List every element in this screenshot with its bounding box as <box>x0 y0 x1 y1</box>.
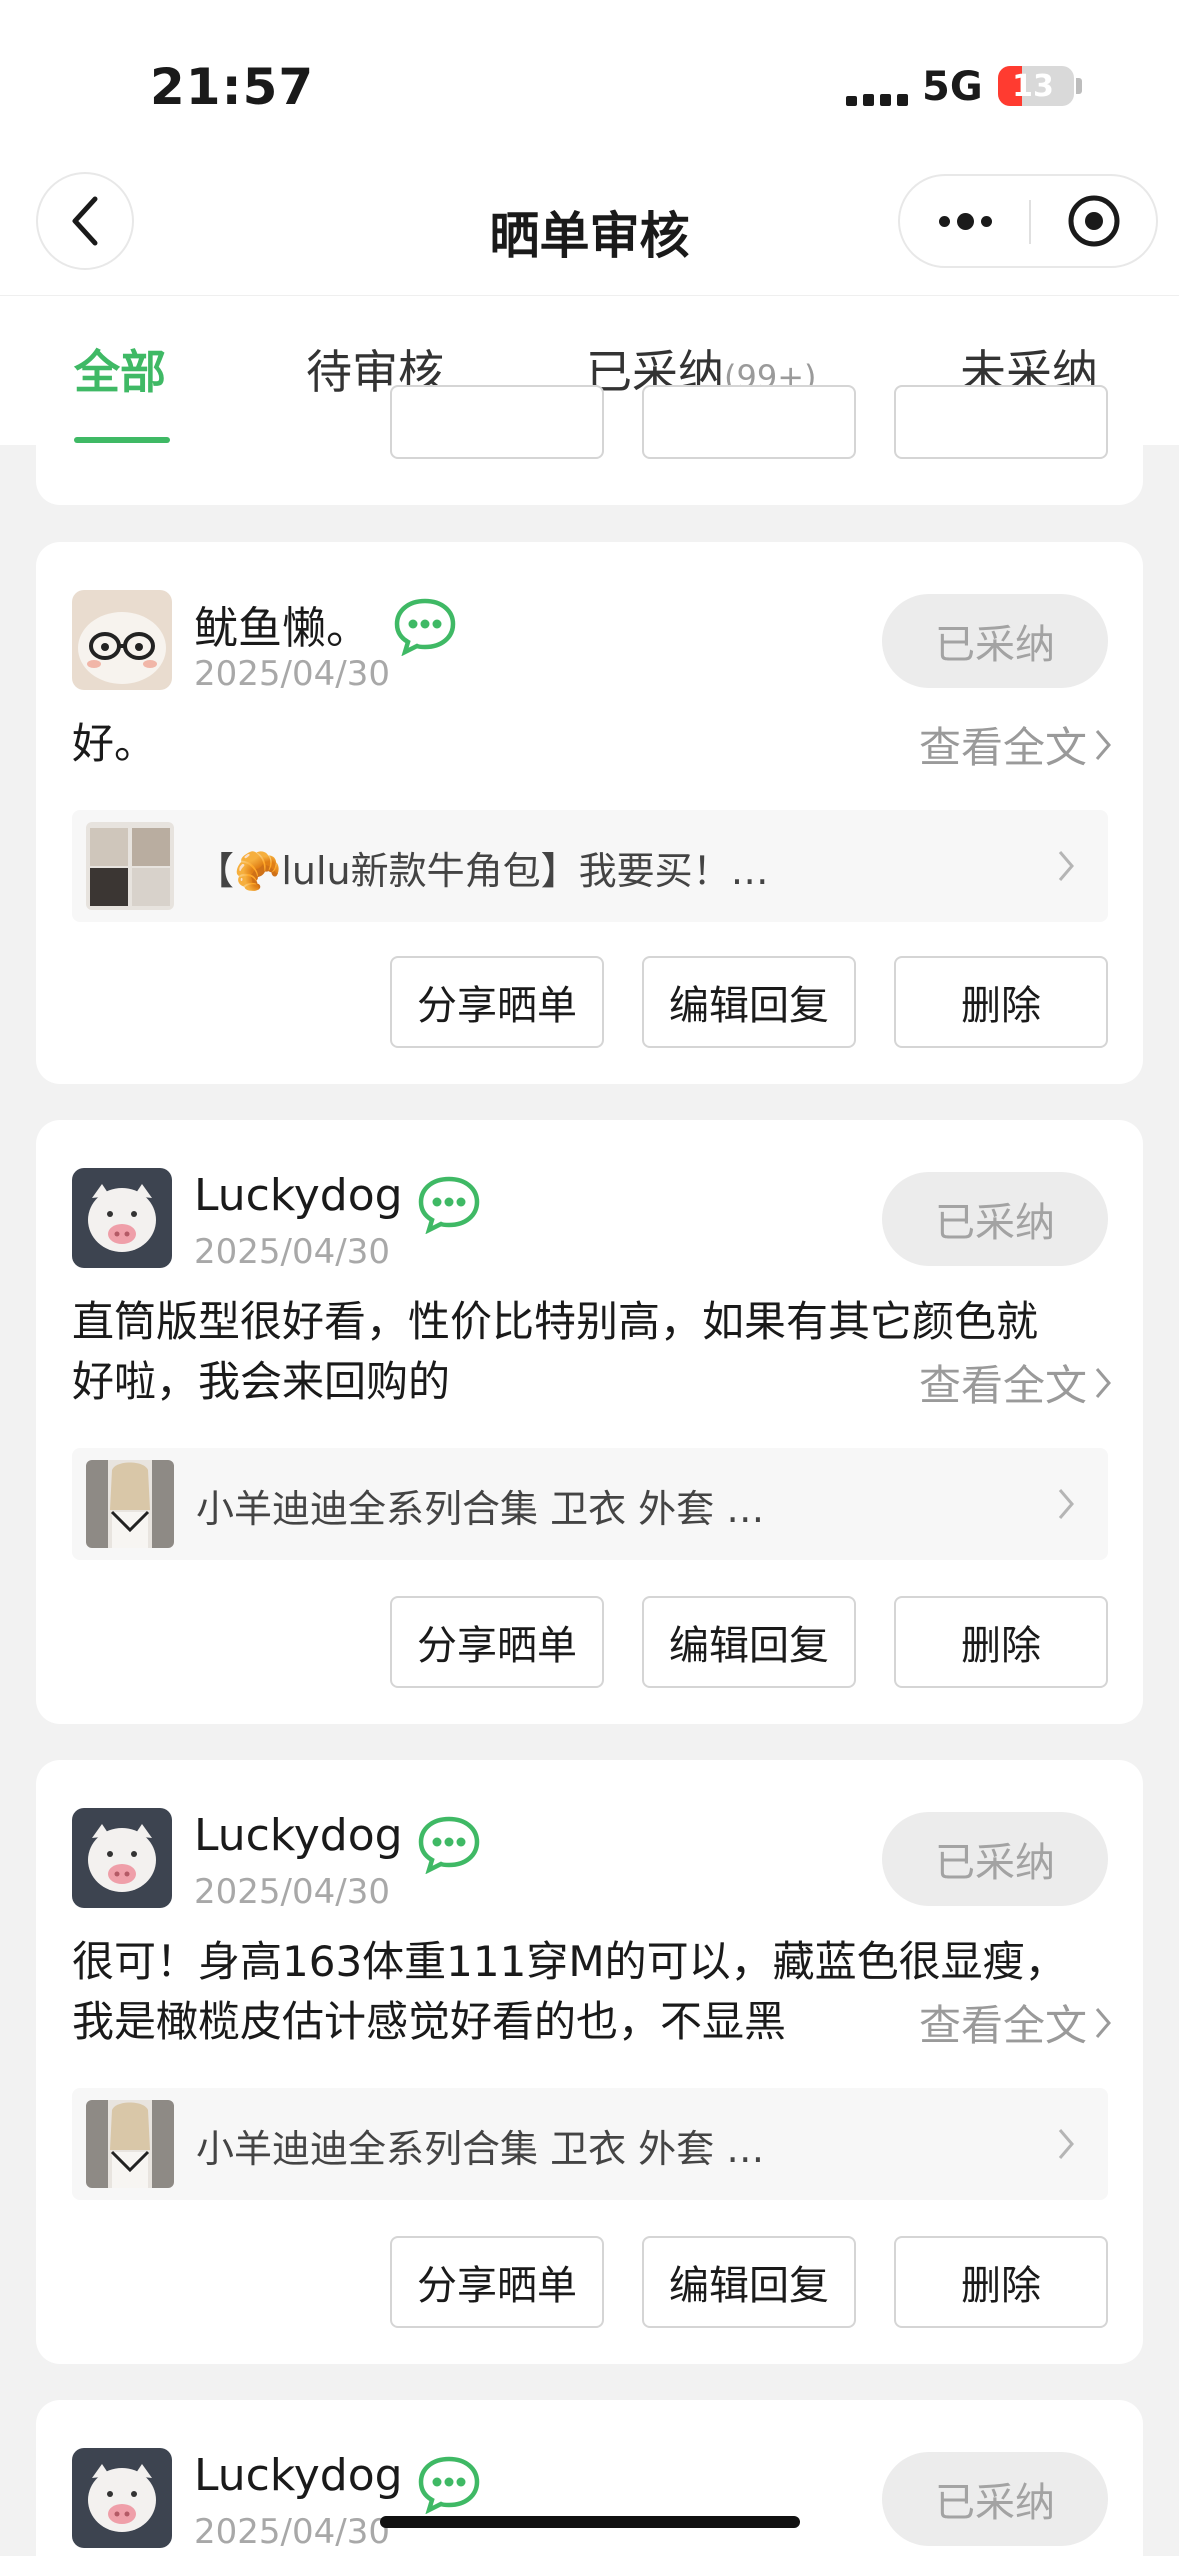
more-dots-icon <box>938 212 992 230</box>
product-link[interactable]: 小羊迪迪全系列合集 卫衣 外套 … <box>72 1448 1108 1560</box>
product-link[interactable]: 小羊迪迪全系列合集 卫衣 外套 … <box>72 2088 1108 2200</box>
review-date: 2025/04/30 <box>194 2512 390 2552</box>
signal-icon <box>846 76 910 106</box>
home-indicator <box>380 2516 800 2528</box>
read-all-link[interactable]: 查看全文 <box>868 714 1113 775</box>
edit-reply-button[interactable]: 编辑回复 <box>642 956 856 1048</box>
battery-tip <box>1076 78 1082 94</box>
review-card: Luckydog 2025/04/30 已采纳 很可！身高163体重111穿M的… <box>36 1760 1143 2364</box>
username: 鱿鱼懒。 <box>194 603 370 654</box>
share-button[interactable]: 分享晒单 <box>390 956 604 1048</box>
active-tab-indicator <box>74 437 170 443</box>
chat-bubble-icon[interactable] <box>416 1174 482 1234</box>
status-badge: 已采纳 <box>882 594 1108 688</box>
review-card: Luckydog 2025/04/30 已采纳 <box>36 2400 1143 2556</box>
edit-reply-button[interactable]: 编辑回复 <box>642 1596 856 1688</box>
close-button[interactable] <box>1030 176 1158 266</box>
review-card: Luckydog 2025/04/30 已采纳 直筒版型很好看，性价比特别高，如… <box>36 1120 1143 1724</box>
product-title: 小羊迪迪全系列合集 卫衣 外套 … <box>196 2127 765 2171</box>
nav-bar: 晒单审核 <box>0 170 1179 295</box>
product-link[interactable]: 【🥐lulu新款牛角包】我要买！… <box>72 810 1108 922</box>
review-content-line: 好啦，我会来回购的 <box>72 1357 451 1406</box>
share-button[interactable] <box>390 385 604 459</box>
status-badge: 已采纳 <box>882 1172 1108 1266</box>
share-button[interactable]: 分享晒单 <box>390 2236 604 2328</box>
read-all-link[interactable]: 查看全文 <box>868 1352 1113 1413</box>
chevron-right-icon <box>1058 851 1074 881</box>
delete-button[interactable]: 删除 <box>894 2236 1108 2328</box>
chevron-right-icon <box>1058 1489 1074 1519</box>
status-time: 21:57 <box>150 58 315 116</box>
target-circle-icon <box>1068 195 1120 247</box>
network-label: 5G <box>922 64 983 110</box>
croissant-icon: 🥐 <box>234 849 282 893</box>
edit-reply-button[interactable] <box>642 385 856 459</box>
battery-icon: 13 <box>998 66 1074 106</box>
username: Luckydog <box>194 1810 403 1861</box>
review-date: 2025/04/30 <box>194 1872 390 1912</box>
review-content-line: 很可！身高163体重111穿M的可以，藏蓝色很显瘦， <box>72 1937 1067 1986</box>
mini-program-capsule <box>898 174 1158 268</box>
chevron-right-icon <box>1095 1367 1111 1398</box>
username: Luckydog <box>194 1170 403 1221</box>
delete-button[interactable]: 删除 <box>894 956 1108 1048</box>
status-badge: 已采纳 <box>882 2452 1108 2546</box>
chat-bubble-icon[interactable] <box>416 1814 482 1874</box>
status-bar: 21:57 5G 13 <box>0 0 1179 170</box>
chevron-right-icon <box>1095 729 1111 760</box>
product-thumbnail <box>86 2100 174 2188</box>
product-title: 【🥐lulu新款牛角包】我要买！… <box>196 840 769 895</box>
review-card-partial <box>36 385 1143 505</box>
avatar <box>72 590 172 690</box>
chat-bubble-icon[interactable] <box>416 2454 482 2514</box>
avatar <box>72 1168 172 1268</box>
share-button[interactable]: 分享晒单 <box>390 1596 604 1688</box>
product-thumbnail <box>86 1460 174 1548</box>
avatar <box>72 2448 172 2548</box>
review-date: 2025/04/30 <box>194 1232 390 1272</box>
review-date: 2025/04/30 <box>194 654 390 694</box>
status-badge: 已采纳 <box>882 1812 1108 1906</box>
read-all-link[interactable]: 查看全文 <box>868 1992 1113 2053</box>
product-title-text: lulu新款牛角包】我要买！… <box>281 849 769 893</box>
product-title: 小羊迪迪全系列合集 卫衣 外套 … <box>196 1487 765 1531</box>
chevron-right-icon <box>1095 2007 1111 2038</box>
read-all-label: 查看全文 <box>918 1361 1087 1410</box>
chevron-right-icon <box>1058 2129 1074 2159</box>
product-thumbnail <box>86 822 174 910</box>
avatar <box>72 1808 172 1908</box>
more-button[interactable] <box>900 176 1030 266</box>
edit-reply-button[interactable]: 编辑回复 <box>642 2236 856 2328</box>
delete-button[interactable] <box>894 385 1108 459</box>
chat-bubble-icon[interactable] <box>392 596 458 656</box>
review-card: 鱿鱼懒。 2025/04/30 已采纳 好。 查看全文 【🥐lulu新款牛角包】… <box>36 542 1143 1084</box>
read-all-label: 查看全文 <box>918 723 1087 772</box>
read-all-label: 查看全文 <box>918 2001 1087 2050</box>
review-content-line: 直筒版型很好看，性价比特别高，如果有其它颜色就 <box>72 1297 1039 1346</box>
battery-level: 13 <box>1012 69 1054 104</box>
bracket-label: 【 <box>196 849 235 893</box>
username: Luckydog <box>194 2450 403 2501</box>
delete-button[interactable]: 删除 <box>894 1596 1108 1688</box>
tab-all[interactable]: 全部 <box>74 336 166 402</box>
